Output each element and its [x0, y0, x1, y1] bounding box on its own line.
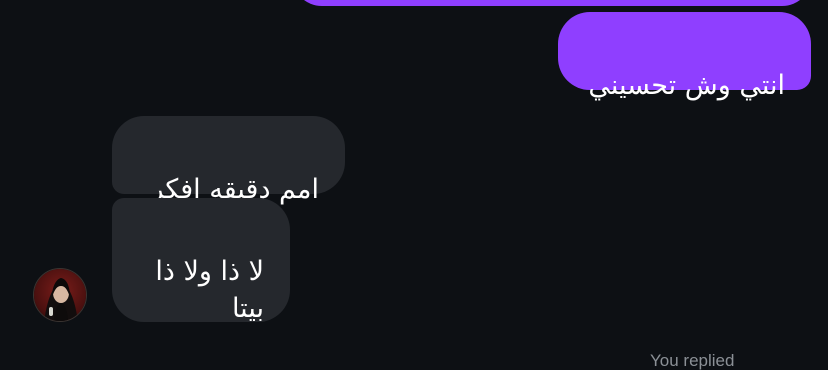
chat-thread: انتي وش تحسيني امم دقيقه افكر لا ذا ولا …	[0, 0, 828, 369]
incoming-message-bubble[interactable]: امم دقيقه افكر	[112, 116, 345, 205]
outgoing-message-bubble[interactable]: انتي وش تحسيني	[558, 12, 811, 101]
previous-outgoing-message-bubble[interactable]	[292, 0, 812, 6]
reply-status-label: You replied	[650, 351, 735, 370]
incoming-message-bubble[interactable]: لا ذا ولا ذا بيتا	[112, 198, 290, 324]
message-text: لا ذا ولا ذا بيتا	[155, 256, 264, 324]
sender-avatar[interactable]	[33, 268, 87, 322]
message-text: انتي وش تحسيني	[588, 70, 785, 102]
